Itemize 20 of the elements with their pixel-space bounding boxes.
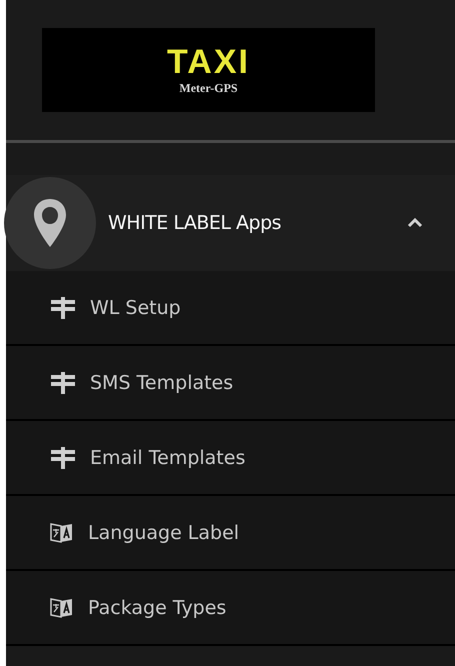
translate-icon bbox=[50, 596, 74, 620]
logo-subtitle: Meter-GPS bbox=[179, 80, 238, 96]
menu-item[interactable]: Language Label bbox=[6, 496, 455, 571]
menu-item-label: Package Types bbox=[88, 596, 226, 618]
logo-title: TAXI bbox=[167, 44, 250, 78]
location-pin-icon bbox=[4, 177, 96, 269]
menu-group-label: WHITE LABEL Apps bbox=[108, 212, 282, 234]
menu-item-label: SMS Templates bbox=[90, 372, 234, 394]
menu-group-header[interactable]: WHITE LABEL Apps bbox=[6, 175, 455, 271]
menu-item[interactable]: Package Types bbox=[6, 571, 455, 646]
menu-item-label: Language Label bbox=[88, 522, 240, 544]
menu-item-label: WL Setup bbox=[90, 296, 181, 318]
menu-item[interactable]: WL Setup bbox=[6, 271, 455, 346]
signpost-icon bbox=[50, 446, 76, 468]
signpost-icon bbox=[50, 296, 76, 318]
menu-item-label: Email Templates bbox=[90, 446, 246, 468]
menu-item[interactable]: SMS Templates bbox=[6, 346, 455, 421]
menu-item[interactable]: Email Templates bbox=[6, 421, 455, 496]
translate-icon bbox=[50, 520, 74, 544]
signpost-icon bbox=[50, 372, 76, 394]
